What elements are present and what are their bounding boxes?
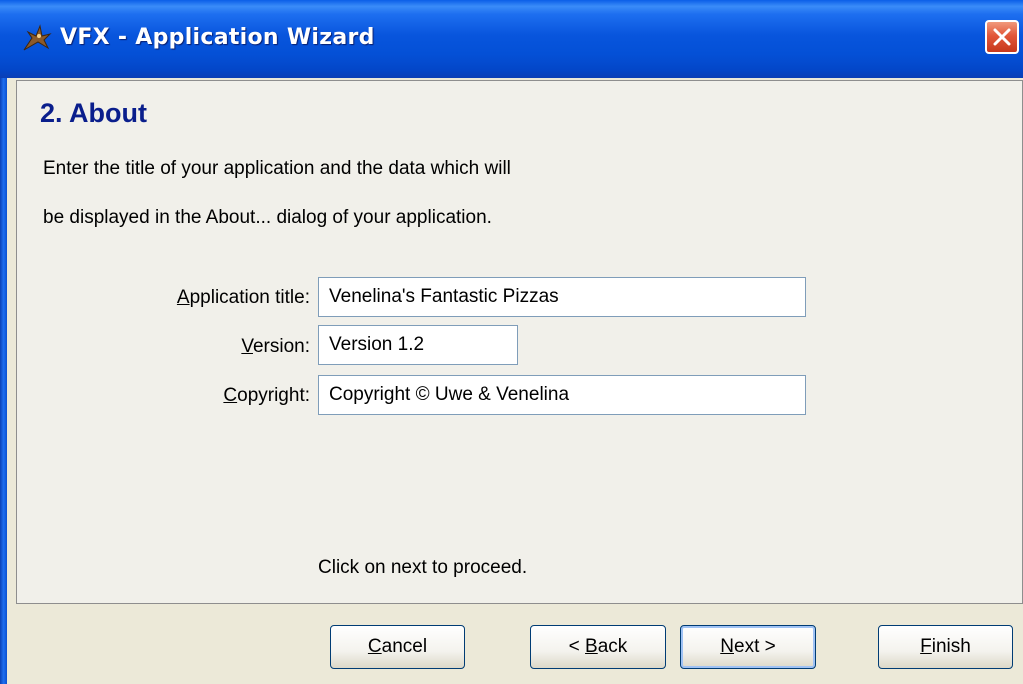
window-title: VFX - Application Wizard [60,25,375,50]
close-button[interactable] [985,20,1019,54]
wizard-window: VFX - Application Wizard 2. About Enter … [0,0,1023,684]
description-line-1: Enter the title of your application and … [43,158,511,179]
version-label: Version: [241,336,310,357]
title-bar[interactable]: VFX - Application Wizard [0,0,1023,78]
close-icon [993,28,1011,46]
window-frame [0,78,7,684]
next-button[interactable]: Next > [680,625,816,669]
proceed-hint: Click on next to proceed. [318,557,528,578]
application-title-field[interactable] [318,277,806,317]
copyright-label: Copyright: [223,385,310,406]
vfx-app-icon [22,24,52,52]
application-title-label: Application title: [176,287,310,308]
copyright-field[interactable] [318,375,806,415]
finish-button[interactable]: Finish [878,625,1013,669]
step-heading: 2. About [40,98,147,128]
description-line-2: be displayed in the About... dialog of y… [43,207,492,228]
version-field[interactable] [318,325,518,365]
cancel-button[interactable]: Cancel [330,625,465,669]
back-button[interactable]: < Back [530,625,666,669]
